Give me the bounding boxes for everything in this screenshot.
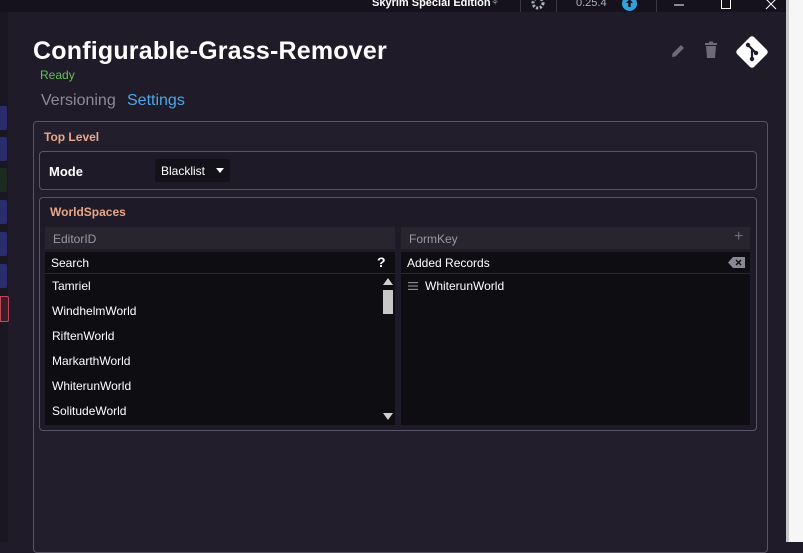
list-item[interactable]: MarkarthWorld (52, 354, 130, 368)
mode-dropdown[interactable]: Blacklist (155, 159, 230, 182)
list-item[interactable]: WhiterunWorld (425, 279, 504, 293)
title-bar: Skyrim Special Edition ⚘ 0.25.4 (0, 0, 786, 12)
nav-item[interactable] (0, 200, 7, 224)
scroll-down-icon[interactable] (383, 413, 393, 420)
editorid-list: Tamriel WindhelmWorld RiftenWorld Markar… (45, 274, 395, 425)
background-window (786, 0, 803, 542)
mode-label: Mode (49, 164, 83, 179)
game-icon: ⚘ (491, 0, 500, 7)
edit-icon[interactable] (669, 42, 687, 60)
nav-item[interactable] (0, 137, 7, 161)
add-icon[interactable]: + (734, 228, 743, 246)
nav-item[interactable] (0, 264, 7, 288)
scroll-thumb[interactable] (383, 290, 393, 314)
added-records-row: Added Records (401, 252, 750, 273)
update-icon[interactable] (622, 0, 637, 11)
tab-versioning[interactable]: Versioning (41, 92, 116, 110)
editorid-header-label: EditorID (53, 232, 97, 246)
help-icon[interactable]: ? (377, 254, 386, 270)
chevron-down-icon (216, 168, 224, 173)
nav-item[interactable] (0, 296, 9, 322)
list-scrollbar[interactable] (382, 276, 394, 424)
left-nav-strip (0, 12, 9, 542)
mode-row (39, 151, 757, 190)
formkey-header[interactable]: FormKey + (401, 227, 750, 249)
clear-icon[interactable] (728, 257, 746, 268)
page-title: Configurable-Grass-Remover (33, 37, 387, 65)
formkey-header-label: FormKey (409, 232, 458, 246)
delete-icon[interactable] (703, 41, 719, 60)
list-item[interactable]: WhiterunWorld (52, 379, 131, 393)
close-icon[interactable] (764, 0, 778, 11)
nav-item[interactable] (0, 168, 7, 192)
titlebar-divider (656, 0, 657, 12)
worldspaces-title: WorldSpaces (50, 205, 126, 219)
added-records-label: Added Records (407, 256, 490, 270)
version-label: 0.25.4 (576, 0, 607, 9)
titlebar-divider (520, 0, 521, 12)
list-item[interactable]: Tamriel (52, 279, 91, 293)
game-label[interactable]: Skyrim Special Edition (372, 0, 491, 9)
search-row[interactable]: Search ? (45, 252, 395, 273)
list-item[interactable]: WindhelmWorld (52, 304, 136, 318)
scroll-up-icon[interactable] (383, 278, 393, 285)
window-edge (786, 0, 789, 542)
maximize-icon[interactable] (719, 0, 733, 11)
search-label: Search (51, 256, 90, 270)
editorid-header[interactable]: EditorID (45, 227, 395, 249)
tab-settings[interactable]: Settings (127, 92, 185, 110)
git-icon[interactable] (734, 34, 770, 70)
list-item[interactable]: SolitudeWorld (52, 404, 126, 418)
gear-icon[interactable] (530, 0, 546, 11)
minimize-icon[interactable] (672, 0, 686, 11)
drag-handle-icon[interactable] (408, 282, 418, 290)
added-records-list: WhiterunWorld (401, 274, 750, 425)
nav-item[interactable] (0, 106, 7, 130)
top-level-title: Top Level (44, 130, 100, 144)
mode-value: Blacklist (161, 164, 206, 178)
list-item[interactable]: RiftenWorld (52, 329, 114, 343)
titlebar-divider (556, 0, 557, 12)
nav-item[interactable] (0, 232, 7, 256)
status-label: Ready (40, 68, 75, 82)
